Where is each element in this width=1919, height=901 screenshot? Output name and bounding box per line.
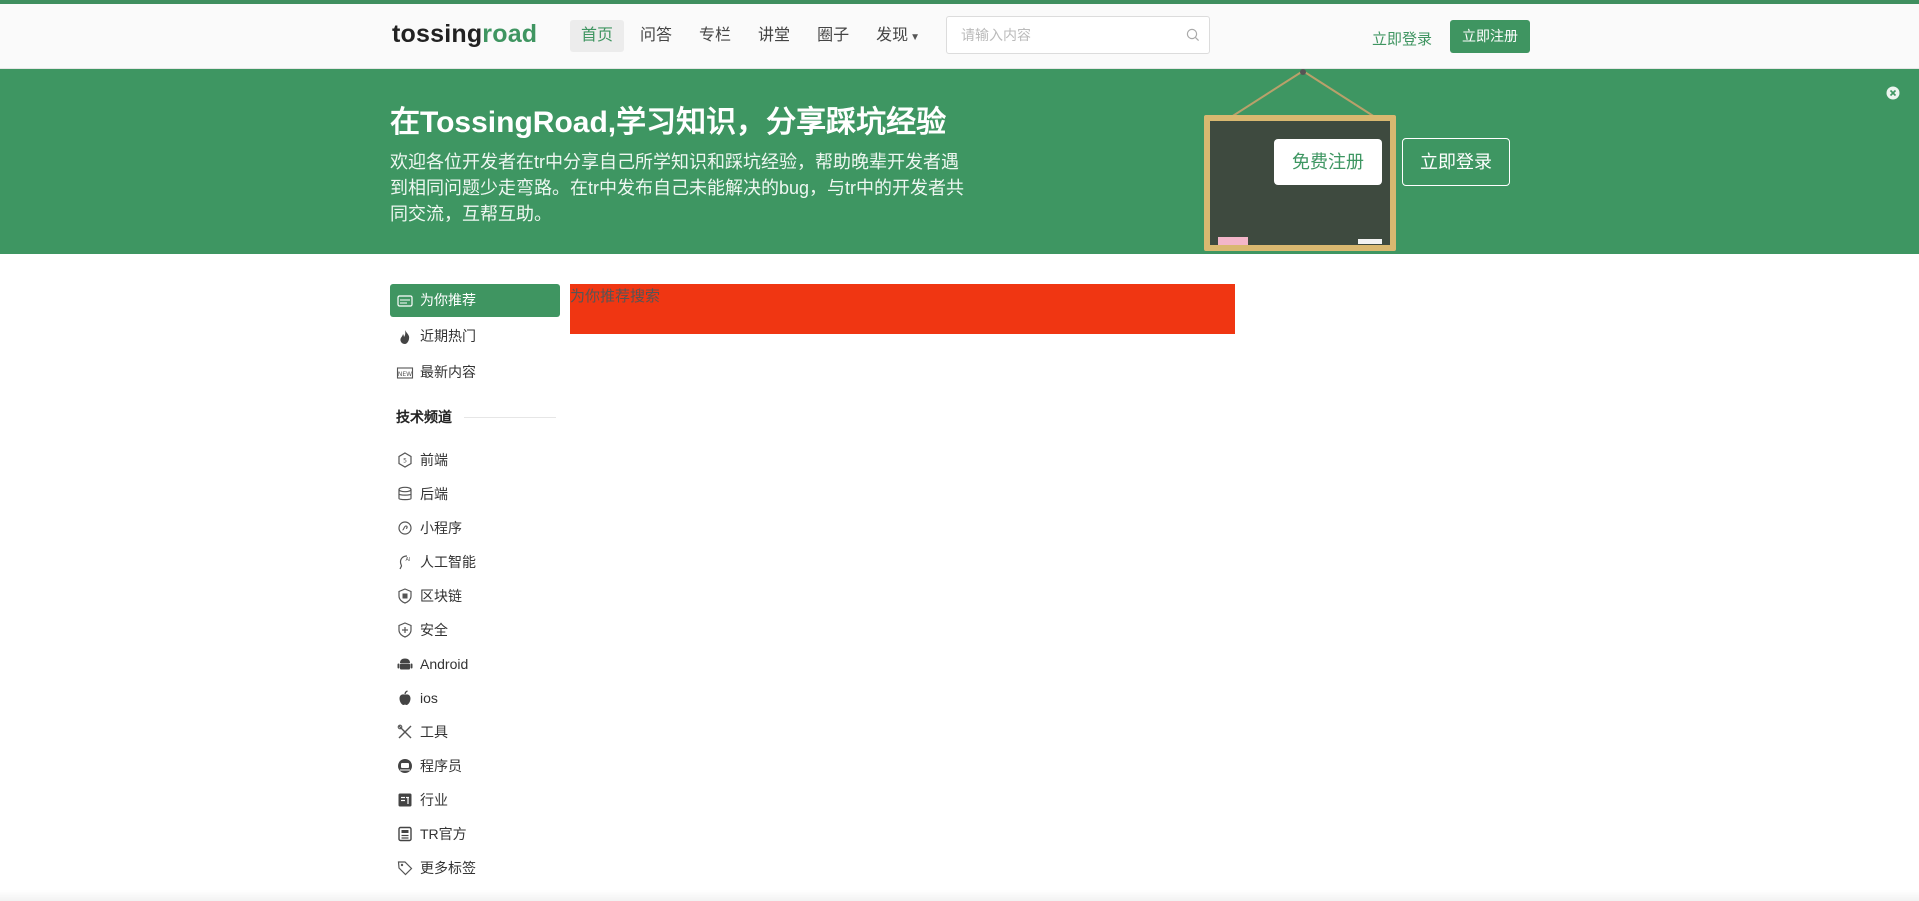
- database-icon: [398, 486, 412, 501]
- sidebar-item-label: 行业: [420, 791, 448, 808]
- banner-login-button[interactable]: 立即登录: [1402, 138, 1510, 186]
- sidebar-item-security[interactable]: 安全: [390, 613, 560, 647]
- programmer-icon: [398, 759, 412, 773]
- banner-description: 欢迎各位开发者在tr中分享自己所学知识和踩坑经验，帮助晚辈开发者遇到相同问题少走…: [390, 152, 965, 224]
- industry-icon: [398, 793, 412, 807]
- sidebar-item-latest[interactable]: NEW 最新内容: [390, 356, 560, 389]
- welcome-banner: 在TossingRoad,学习知识，分享踩坑经验 欢迎各位开发者在tr中分享自己…: [0, 69, 1919, 254]
- sidebar-item-blockchain[interactable]: 区块链: [390, 579, 560, 613]
- new-icon: NEW: [396, 366, 414, 379]
- nav-item-column[interactable]: 专栏: [688, 20, 742, 52]
- sidebar-item-backend[interactable]: 后端: [390, 477, 560, 511]
- tag-icon: [397, 861, 413, 876]
- sidebar-item-tr-official[interactable]: TR官方: [390, 817, 560, 851]
- fire-icon: [400, 329, 410, 344]
- frontend-icon: 5: [398, 452, 412, 468]
- sidebar-item-frontend[interactable]: 5 前端: [390, 443, 560, 477]
- bottom-shadow: [0, 890, 1919, 901]
- search-icon[interactable]: [1186, 28, 1200, 42]
- sidebar-item-label: 工具: [420, 723, 448, 740]
- sidebar-item-label: 前端: [420, 451, 448, 468]
- recommend-search-box[interactable]: 为你推荐搜索: [570, 284, 1235, 334]
- sidebar-item-android[interactable]: Android: [390, 647, 560, 681]
- shield-icon: [398, 622, 412, 638]
- site-header: tossingroad 首页 问答 专栏 讲堂 圈子 发现▼ 立即登录 立即注册: [0, 4, 1919, 69]
- section-divider: [464, 416, 556, 418]
- sidebar-item-label: 区块链: [420, 587, 462, 604]
- sidebar-item-more-tags[interactable]: 更多标签: [390, 851, 560, 885]
- nav-item-discover-label: 发现: [876, 27, 909, 44]
- banner-free-register-button[interactable]: 免费注册: [1274, 139, 1382, 185]
- sidebar-item-label: 安全: [420, 621, 448, 638]
- nav-item-discover[interactable]: 发现 ▼: [865, 20, 931, 52]
- sidebar-item-label: 小程序: [420, 519, 462, 536]
- sidebar-item-label: 为你推荐: [420, 292, 476, 308]
- recommend-icon: [397, 294, 413, 307]
- apple-icon: [399, 690, 411, 705]
- sidebar-item-ios[interactable]: ios: [390, 681, 560, 715]
- ai-icon: AI: [399, 555, 411, 570]
- sidebar-item-tools[interactable]: 工具: [390, 715, 560, 749]
- svg-text:AI: AI: [406, 557, 411, 563]
- sidebar-item-label: ios: [420, 689, 438, 706]
- search-input[interactable]: [947, 17, 1195, 53]
- nav-item-lecture[interactable]: 讲堂: [747, 20, 801, 52]
- sidebar-item-label: 更多标签: [420, 859, 476, 876]
- main-nav: 首页 问答 专栏 讲堂 圈子 发现 ▼: [570, 20, 936, 52]
- close-icon[interactable]: [1885, 85, 1901, 101]
- banner-title: 在TossingRoad,学习知识，分享踩坑经验: [390, 106, 947, 139]
- tools-icon: [397, 724, 412, 739]
- official-icon: [398, 826, 412, 842]
- nav-item-home[interactable]: 首页: [570, 20, 625, 52]
- recommend-search-text: 为你推荐搜索: [570, 288, 661, 305]
- tech-channel-section-header: 技术频道: [390, 407, 560, 427]
- android-icon: [397, 658, 413, 670]
- sidebar-item-label: 后端: [420, 485, 448, 502]
- caret-down-icon: ▼: [910, 32, 920, 43]
- header-login-link[interactable]: 立即登录: [1372, 28, 1432, 49]
- sidebar-item-industry[interactable]: 行业: [390, 783, 560, 817]
- sidebar-item-label: Android: [420, 655, 469, 672]
- sidebar-item-label: 近期热门: [420, 328, 476, 344]
- svg-text:5: 5: [403, 458, 407, 465]
- nav-item-qa[interactable]: 问答: [629, 20, 683, 52]
- sidebar-item-label: TR官方: [420, 825, 467, 842]
- sidebar-item-label: 人工智能: [420, 553, 476, 570]
- sidebar-item-recommend[interactable]: 为你推荐: [390, 284, 560, 317]
- logo-text-road: road: [482, 20, 538, 48]
- header-register-button[interactable]: 立即注册: [1450, 20, 1530, 53]
- sidebar-item-miniprogram[interactable]: 小程序: [390, 511, 560, 545]
- site-logo[interactable]: tossingroad: [392, 20, 537, 49]
- sidebar-item-label: 最新内容: [420, 364, 476, 380]
- search-box: [946, 16, 1210, 54]
- blockchain-icon: [398, 588, 412, 604]
- section-title: 技术频道: [396, 409, 452, 425]
- sidebar-item-label: 程序员: [420, 757, 462, 774]
- logo-text-tossing: tossing: [392, 20, 483, 48]
- sidebar-item-ai[interactable]: AI 人工智能: [390, 545, 560, 579]
- sidebar-item-programmer[interactable]: 程序员: [390, 749, 560, 783]
- nav-item-circle[interactable]: 圈子: [806, 20, 860, 52]
- svg-text:NEW: NEW: [398, 371, 412, 378]
- miniprogram-icon: [398, 521, 412, 535]
- sidebar-item-hot[interactable]: 近期热门: [390, 320, 560, 353]
- left-sidebar: 为你推荐 近期热门 NEW 最新内容 技术频道 5 前端 后端 小程序 AI 人…: [390, 284, 560, 885]
